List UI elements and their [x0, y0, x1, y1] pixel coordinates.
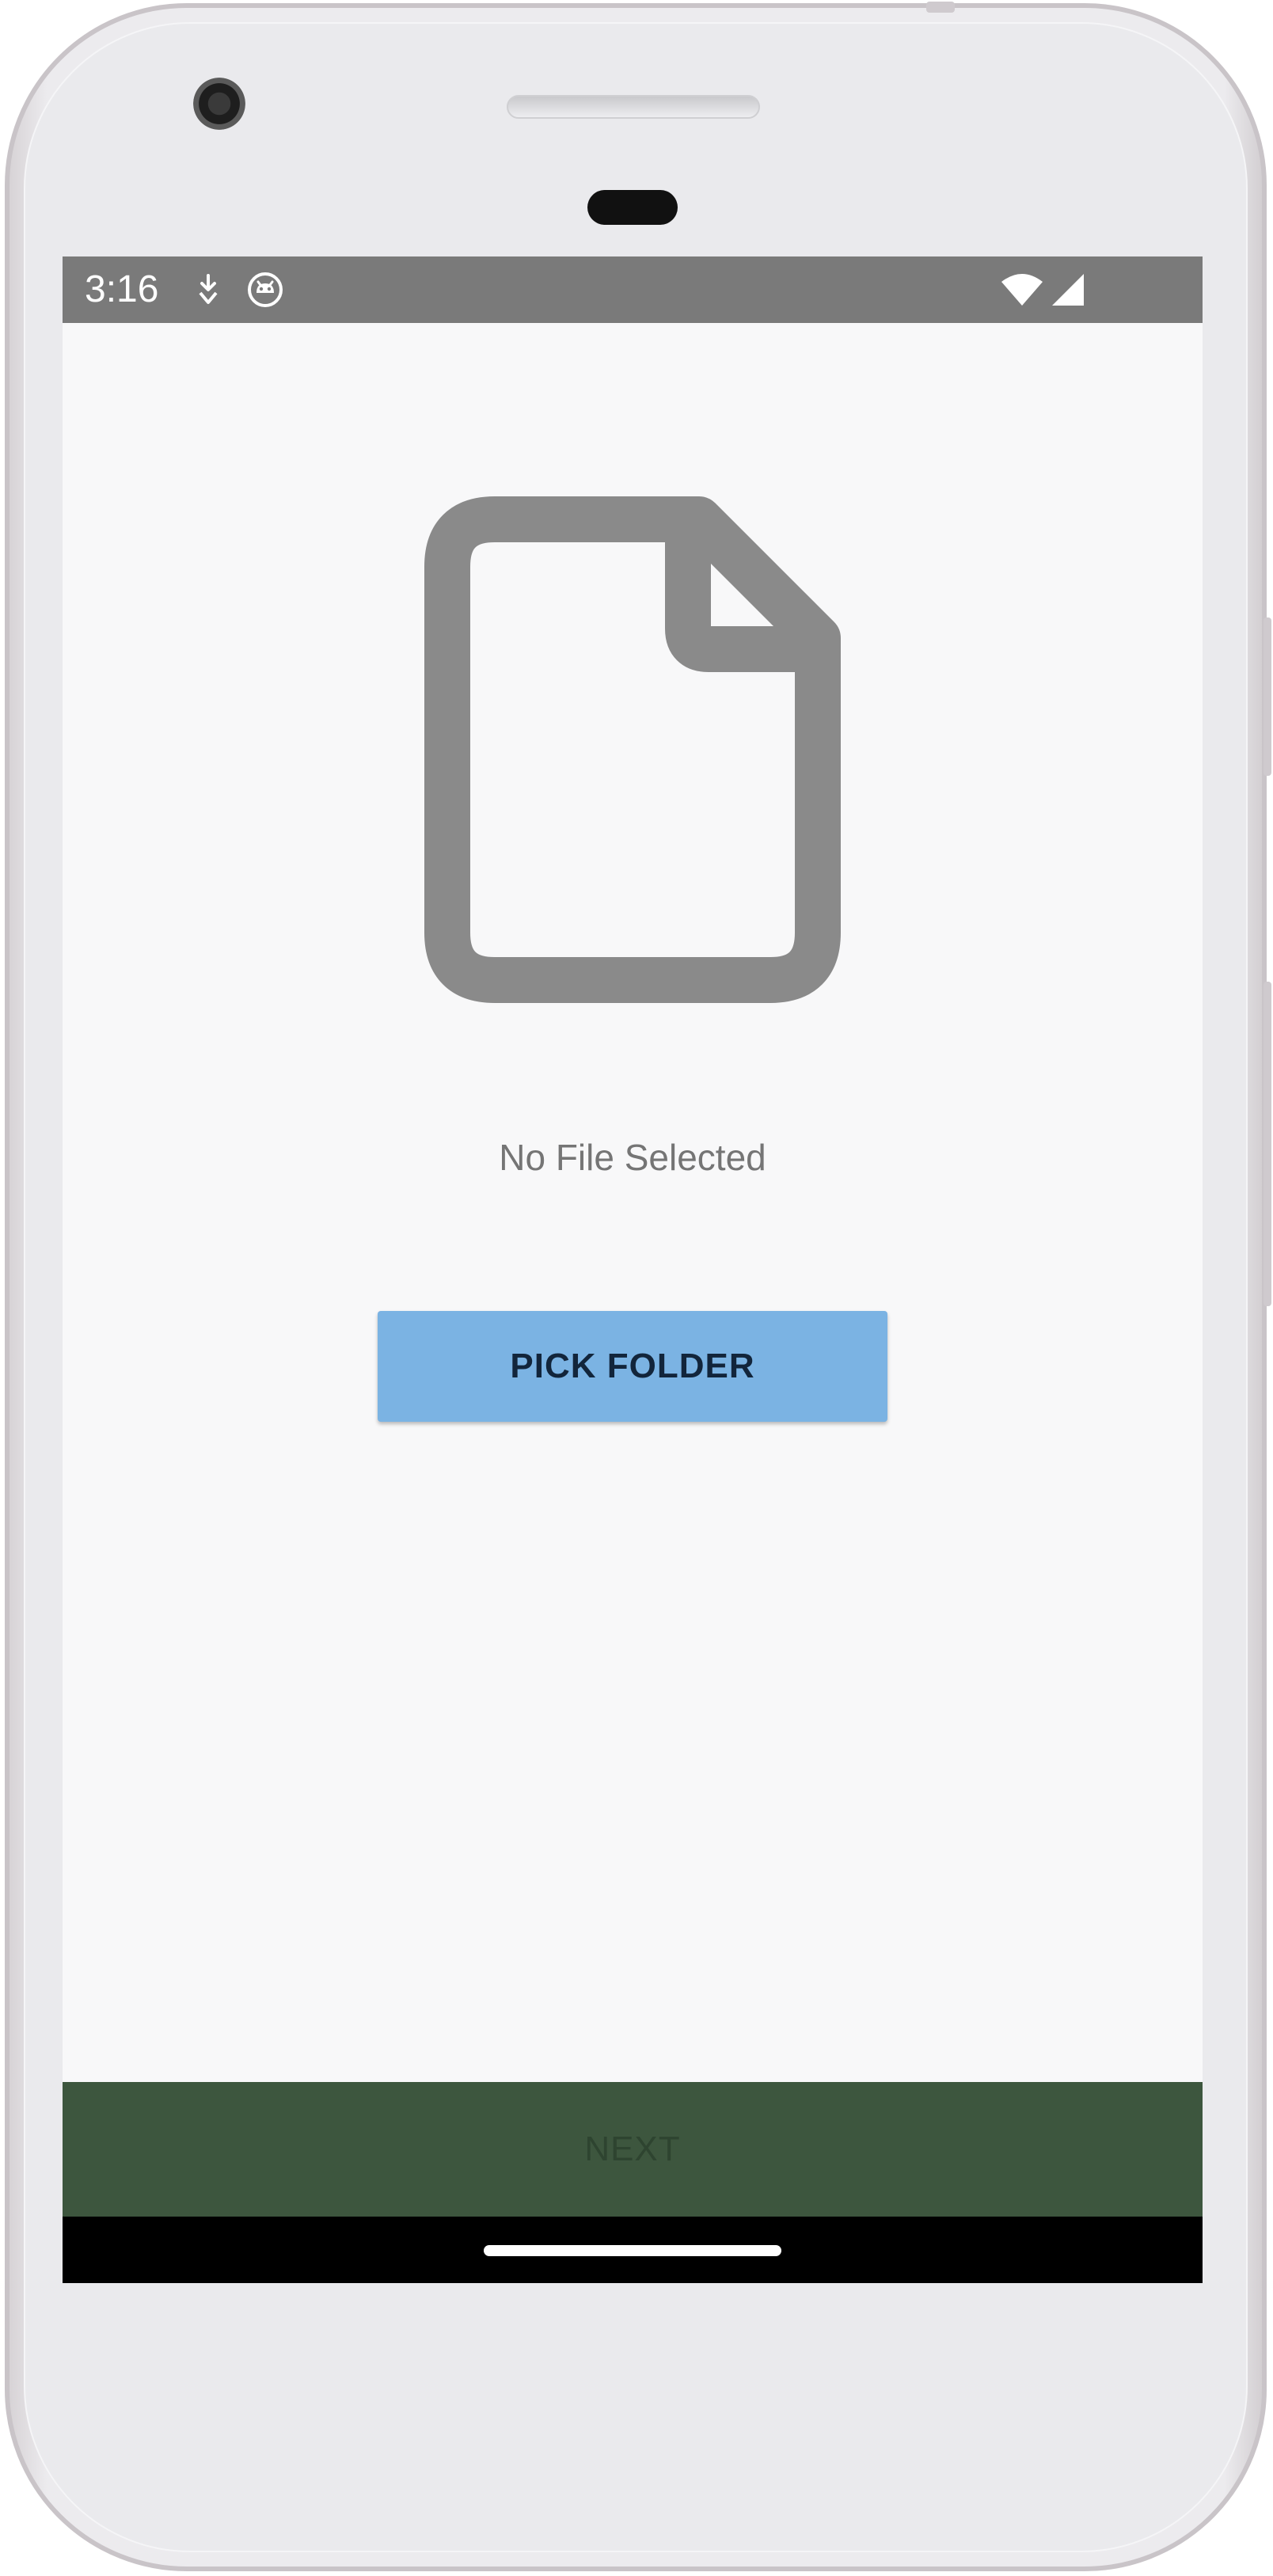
earpiece-speaker	[507, 95, 760, 119]
navigation-bar	[63, 2217, 1203, 2283]
cell-signal-icon	[1052, 274, 1084, 306]
status-bar: 3:16	[63, 256, 1203, 323]
power-button	[1264, 617, 1271, 776]
proximity-sensor	[587, 190, 678, 225]
top-mic	[926, 2, 955, 13]
home-gesture-handle[interactable]	[484, 2245, 781, 2256]
next-button[interactable]: NEXT	[63, 2082, 1203, 2217]
pick-folder-button[interactable]: PICK FOLDER	[378, 1311, 887, 1422]
front-camera	[193, 78, 245, 130]
app-screen: 3:16 No File Selected PICK FOLDER NEXT	[63, 256, 1203, 2283]
wifi-icon	[1001, 274, 1043, 306]
file-outline-icon	[424, 496, 841, 1003]
status-time: 3:16	[85, 268, 159, 310]
file-status-text: No File Selected	[499, 1137, 766, 1178]
content-area: No File Selected PICK FOLDER	[63, 323, 1203, 2082]
android-debug-icon	[248, 272, 283, 307]
download-icon	[199, 274, 218, 304]
volume-button	[1264, 982, 1271, 1306]
